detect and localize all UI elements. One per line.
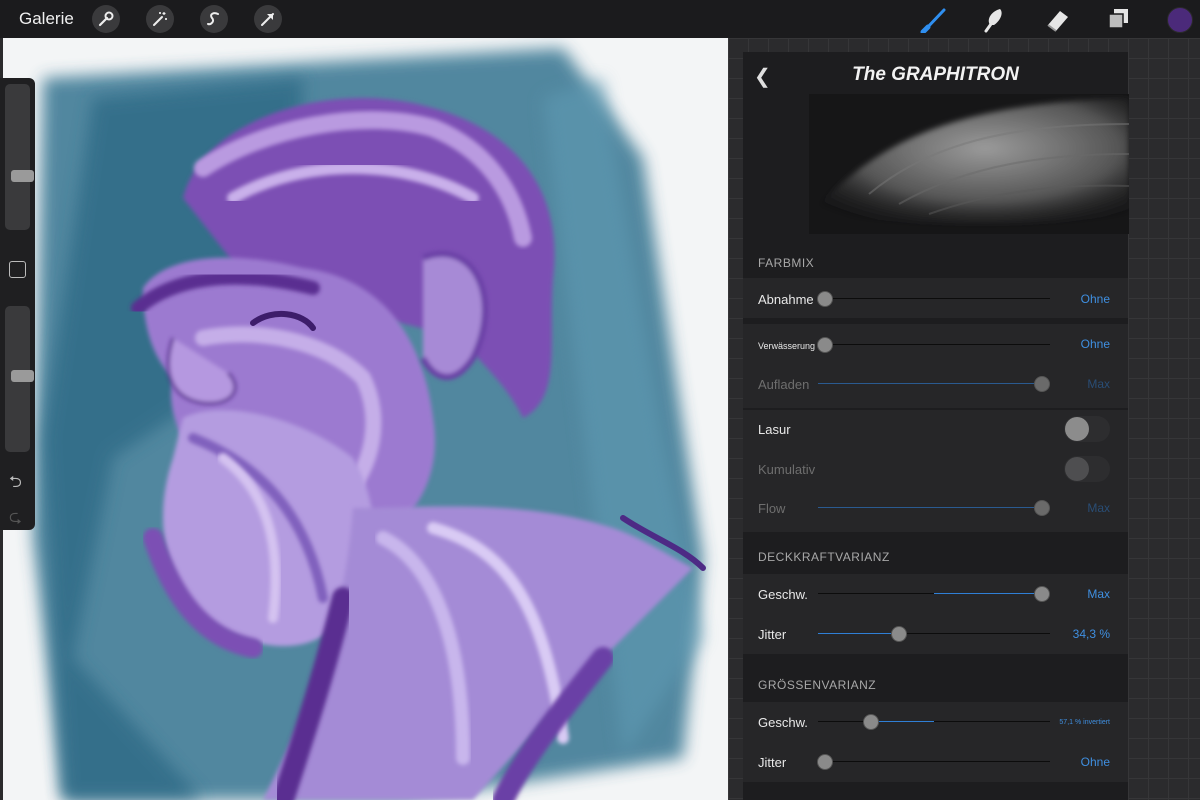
abnahme-value: Ohne <box>1080 292 1110 306</box>
painting-artwork <box>3 38 728 800</box>
dk-jitter-value: 34,3 % <box>1072 627 1110 641</box>
drawing-canvas[interactable] <box>3 38 728 800</box>
undo-icon[interactable]: ⮌ <box>9 471 22 498</box>
abnahme-track[interactable] <box>825 298 1050 299</box>
dk-geschw-label: Geschw. <box>758 587 808 602</box>
gr-jitter-label: Jitter <box>758 755 787 770</box>
modify-button[interactable] <box>9 261 26 278</box>
flow-label: Flow <box>758 501 786 516</box>
redo-icon[interactable]: ⮎ <box>9 506 22 533</box>
aufladen-knob[interactable] <box>1034 376 1050 392</box>
verwaesserung-value: Ohne <box>1080 337 1110 351</box>
flow-knob[interactable] <box>1034 500 1050 516</box>
brush-size-slider[interactable] <box>5 84 34 230</box>
aufladen-label: Aufladen <box>758 377 810 392</box>
kumulativ-toggle[interactable] <box>1064 456 1110 482</box>
gr-geschw-value: 57,1 % invertiert <box>1059 719 1110 726</box>
gr-geschw-track-end[interactable] <box>934 721 1050 722</box>
gr-geschw-knob[interactable] <box>863 714 879 730</box>
wrench-icon[interactable] <box>92 5 120 33</box>
lasur-toggle[interactable] <box>1064 416 1110 442</box>
verwaesserung-knob[interactable] <box>817 337 833 353</box>
brush-name-title: The GRAPHITRON <box>852 64 1019 85</box>
dk-geschw-knob[interactable] <box>1034 586 1050 602</box>
transform-arrow-icon[interactable] <box>254 5 282 33</box>
verwaesserung-track[interactable] <box>825 344 1050 345</box>
section-deckkraftvarianz: DECKKRAFTVARIANZ <box>758 550 890 564</box>
dk-jitter-knob[interactable] <box>891 626 907 642</box>
kumulativ-label: Kumulativ <box>758 462 816 477</box>
selection-s-icon[interactable] <box>200 5 228 33</box>
brush-stroke-preview <box>809 94 1129 234</box>
gr-jitter-track[interactable] <box>825 761 1050 762</box>
panel-header: ❮ The GRAPHITRON <box>743 52 1128 96</box>
layers-icon[interactable] <box>1104 5 1134 33</box>
flow-fill[interactable] <box>818 507 1043 508</box>
eraser-icon[interactable] <box>1042 5 1072 33</box>
dk-geschw-value: Max <box>1087 587 1110 601</box>
brush-icon[interactable] <box>920 5 950 35</box>
smudge-icon[interactable] <box>980 5 1010 33</box>
gr-geschw-fill[interactable] <box>870 721 934 722</box>
kumulativ-toggle-knob <box>1065 457 1089 481</box>
opacity-thumb[interactable] <box>11 370 34 382</box>
color-picker-swatch[interactable] <box>1167 7 1193 33</box>
row-group-groessen: Geschw. 57,1 % invertiert Jitter Ohne <box>743 702 1128 782</box>
magic-wand-icon[interactable] <box>146 5 174 33</box>
brush-settings-panel: ❮ The GRAPHITRON FARBMIX Abnahme Ohne Ve… <box>743 52 1129 800</box>
aufladen-fill[interactable] <box>818 383 1043 384</box>
abnahme-knob[interactable] <box>817 291 833 307</box>
gr-jitter-value: Ohne <box>1080 755 1110 769</box>
abnahme-label: Abnahme <box>758 292 814 307</box>
lasur-label: Lasur <box>758 422 791 437</box>
row-group-deckkraft: Geschw. Max Jitter 34,3 % <box>743 574 1128 654</box>
dk-jitter-track[interactable] <box>900 633 1050 634</box>
dk-jitter-label: Jitter <box>758 627 787 642</box>
opacity-slider[interactable] <box>5 306 34 452</box>
row-group-verwaesserung: Verwässerung Ohne Aufladen Max <box>743 324 1128 408</box>
lasur-toggle-knob <box>1065 417 1089 441</box>
section-groessenvarianz: GRÖSSENVARIANZ <box>758 678 877 692</box>
row-abnahme: Abnahme Ohne <box>743 278 1128 318</box>
row-group-lasur: Lasur Kumulativ Flow Max <box>743 410 1128 532</box>
left-sidebar: ⮌ ⮎ <box>0 78 35 530</box>
dk-geschw-track[interactable] <box>818 593 934 594</box>
aufladen-value: Max <box>1087 377 1110 391</box>
dk-jitter-fill[interactable] <box>818 633 900 634</box>
brush-size-thumb[interactable] <box>11 170 34 182</box>
gr-jitter-knob[interactable] <box>817 754 833 770</box>
gr-geschw-label: Geschw. <box>758 715 808 730</box>
verwaesserung-label: Verwässerung <box>758 341 816 351</box>
flow-value: Max <box>1087 501 1110 515</box>
dk-geschw-fill[interactable] <box>934 593 1043 594</box>
top-toolbar: Galerie <box>0 0 1200 38</box>
gallery-button[interactable]: Galerie <box>19 9 74 29</box>
section-farbmix: FARBMIX <box>758 256 815 270</box>
